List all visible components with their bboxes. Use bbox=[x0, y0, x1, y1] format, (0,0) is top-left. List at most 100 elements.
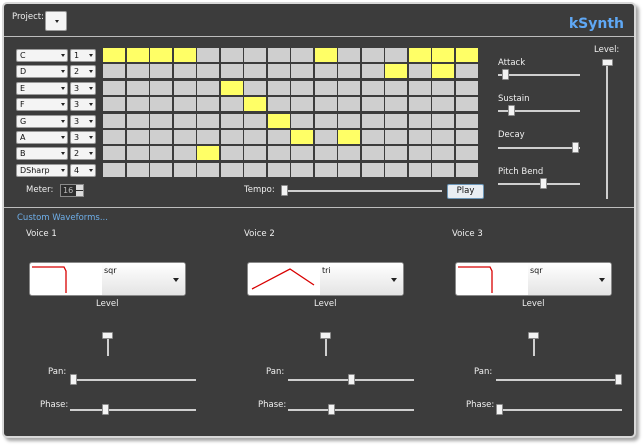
octave-select-2[interactable]: 3 bbox=[70, 82, 96, 95]
step-cell-7-12[interactable] bbox=[385, 163, 407, 177]
note-select-5[interactable]: A bbox=[16, 131, 68, 144]
step-cell-3-13[interactable] bbox=[409, 97, 431, 111]
step-cell-5-8[interactable] bbox=[291, 130, 313, 144]
step-cell-6-3[interactable] bbox=[174, 146, 196, 160]
step-cell-2-0[interactable] bbox=[103, 81, 125, 95]
attack-slider[interactable] bbox=[502, 69, 509, 80]
step-cell-4-2[interactable] bbox=[150, 114, 172, 128]
step-cell-3-8[interactable] bbox=[291, 97, 313, 111]
voice-level-slider[interactable] bbox=[320, 332, 331, 339]
step-cell-4-10[interactable] bbox=[338, 114, 360, 128]
step-cell-7-2[interactable] bbox=[150, 163, 172, 177]
step-cell-4-6[interactable] bbox=[244, 114, 266, 128]
waveform-select[interactable]: sqr bbox=[29, 262, 186, 296]
step-cell-6-8[interactable] bbox=[291, 146, 313, 160]
tempo-slider[interactable] bbox=[281, 185, 288, 196]
step-cell-5-11[interactable] bbox=[362, 130, 384, 144]
step-cell-0-1[interactable] bbox=[127, 48, 149, 62]
step-cell-4-11[interactable] bbox=[362, 114, 384, 128]
step-cell-6-14[interactable] bbox=[432, 146, 454, 160]
note-select-6[interactable]: B bbox=[16, 147, 68, 160]
step-cell-6-4[interactable] bbox=[197, 146, 219, 160]
step-cell-1-4[interactable] bbox=[197, 64, 219, 78]
step-cell-7-13[interactable] bbox=[409, 163, 431, 177]
step-cell-5-6[interactable] bbox=[244, 130, 266, 144]
step-cell-0-0[interactable] bbox=[103, 48, 125, 62]
step-cell-4-15[interactable] bbox=[456, 114, 478, 128]
step-cell-0-8[interactable] bbox=[291, 48, 313, 62]
step-cell-4-5[interactable] bbox=[221, 114, 243, 128]
step-cell-4-4[interactable] bbox=[197, 114, 219, 128]
octave-select-6[interactable]: 2 bbox=[70, 147, 96, 160]
step-cell-2-1[interactable] bbox=[127, 81, 149, 95]
step-cell-7-3[interactable] bbox=[174, 163, 196, 177]
step-cell-2-14[interactable] bbox=[432, 81, 454, 95]
step-cell-0-11[interactable] bbox=[362, 48, 384, 62]
step-cell-3-6[interactable] bbox=[244, 97, 266, 111]
step-cell-7-6[interactable] bbox=[244, 163, 266, 177]
step-cell-2-10[interactable] bbox=[338, 81, 360, 95]
step-cell-0-12[interactable] bbox=[385, 48, 407, 62]
step-cell-2-8[interactable] bbox=[291, 81, 313, 95]
step-cell-1-6[interactable] bbox=[244, 64, 266, 78]
step-cell-1-13[interactable] bbox=[409, 64, 431, 78]
step-cell-3-9[interactable] bbox=[315, 97, 337, 111]
step-cell-2-2[interactable] bbox=[150, 81, 172, 95]
step-cell-1-15[interactable] bbox=[456, 64, 478, 78]
step-cell-6-13[interactable] bbox=[409, 146, 431, 160]
step-cell-5-3[interactable] bbox=[174, 130, 196, 144]
step-cell-2-12[interactable] bbox=[385, 81, 407, 95]
decay-slider[interactable] bbox=[572, 142, 579, 153]
step-cell-0-10[interactable] bbox=[338, 48, 360, 62]
note-select-2[interactable]: E bbox=[16, 82, 68, 95]
step-cell-6-5[interactable] bbox=[221, 146, 243, 160]
step-cell-2-11[interactable] bbox=[362, 81, 384, 95]
step-cell-3-15[interactable] bbox=[456, 97, 478, 111]
step-cell-1-12[interactable] bbox=[385, 64, 407, 78]
step-cell-3-3[interactable] bbox=[174, 97, 196, 111]
step-cell-1-5[interactable] bbox=[221, 64, 243, 78]
step-cell-7-11[interactable] bbox=[362, 163, 384, 177]
step-cell-0-4[interactable] bbox=[197, 48, 219, 62]
note-select-4[interactable]: G bbox=[16, 115, 68, 128]
spin-up-icon[interactable] bbox=[76, 185, 83, 190]
step-cell-7-9[interactable] bbox=[315, 163, 337, 177]
play-button[interactable]: Play bbox=[447, 184, 484, 199]
step-cell-7-5[interactable] bbox=[221, 163, 243, 177]
step-cell-7-7[interactable] bbox=[268, 163, 290, 177]
step-cell-1-7[interactable] bbox=[268, 64, 290, 78]
step-cell-5-10[interactable] bbox=[338, 130, 360, 144]
step-cell-1-9[interactable] bbox=[315, 64, 337, 78]
step-cell-7-15[interactable] bbox=[456, 163, 478, 177]
step-cell-7-14[interactable] bbox=[432, 163, 454, 177]
step-cell-0-13[interactable] bbox=[409, 48, 431, 62]
step-cell-2-5[interactable] bbox=[221, 81, 243, 95]
step-cell-2-7[interactable] bbox=[268, 81, 290, 95]
step-cell-2-3[interactable] bbox=[174, 81, 196, 95]
step-cell-6-15[interactable] bbox=[456, 146, 478, 160]
step-cell-6-11[interactable] bbox=[362, 146, 384, 160]
step-cell-2-9[interactable] bbox=[315, 81, 337, 95]
sustain-slider[interactable] bbox=[508, 105, 515, 116]
step-cell-2-4[interactable] bbox=[197, 81, 219, 95]
step-cell-6-10[interactable] bbox=[338, 146, 360, 160]
step-cell-5-2[interactable] bbox=[150, 130, 172, 144]
step-cell-0-7[interactable] bbox=[268, 48, 290, 62]
octave-select-0[interactable]: 1 bbox=[70, 49, 96, 62]
step-cell-6-1[interactable] bbox=[127, 146, 149, 160]
octave-select-4[interactable]: 3 bbox=[70, 115, 96, 128]
step-cell-4-3[interactable] bbox=[174, 114, 196, 128]
step-cell-2-13[interactable] bbox=[409, 81, 431, 95]
voice-pan-slider[interactable] bbox=[70, 374, 77, 385]
step-cell-4-0[interactable] bbox=[103, 114, 125, 128]
step-cell-0-6[interactable] bbox=[244, 48, 266, 62]
note-select-1[interactable]: D bbox=[16, 65, 68, 78]
step-cell-1-2[interactable] bbox=[150, 64, 172, 78]
voice-level-slider[interactable] bbox=[528, 332, 539, 339]
step-cell-1-3[interactable] bbox=[174, 64, 196, 78]
step-cell-6-0[interactable] bbox=[103, 146, 125, 160]
step-cell-3-14[interactable] bbox=[432, 97, 454, 111]
voice-pan-slider[interactable] bbox=[615, 374, 622, 385]
step-cell-2-15[interactable] bbox=[456, 81, 478, 95]
step-cell-0-3[interactable] bbox=[174, 48, 196, 62]
